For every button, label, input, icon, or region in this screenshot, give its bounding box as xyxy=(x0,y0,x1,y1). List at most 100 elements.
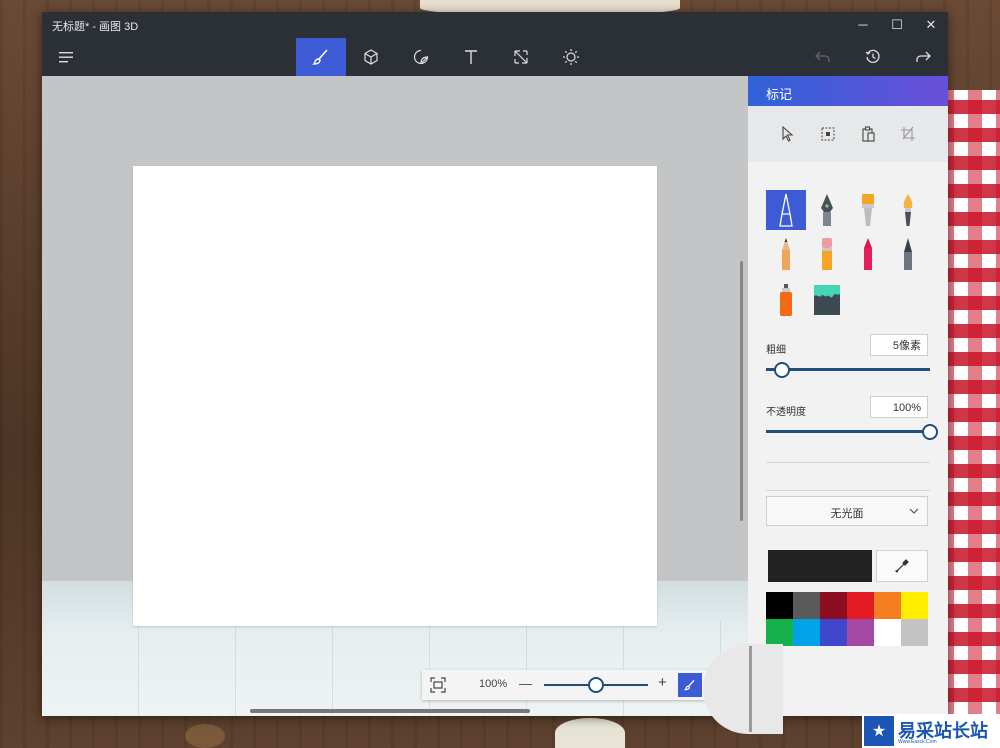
tab-3d-shapes[interactable] xyxy=(346,38,396,76)
watermark: ★ 易采站长站 Www.Easck.Com xyxy=(862,714,1000,748)
brush-icon xyxy=(312,49,328,65)
divider xyxy=(766,462,930,463)
chevron-down-icon xyxy=(909,508,919,514)
select-button[interactable] xyxy=(776,122,800,146)
undo-button[interactable] xyxy=(798,38,848,76)
eyedropper-icon xyxy=(895,559,909,573)
minimize-button[interactable]: ─ xyxy=(846,12,880,38)
thickness-slider-thumb[interactable] xyxy=(774,362,791,378)
finish-selected: 无光面 xyxy=(830,508,864,520)
color-swatch[interactable] xyxy=(901,592,928,619)
tab-stickers[interactable] xyxy=(396,38,446,76)
overlay-line xyxy=(749,646,752,732)
opacity-slider[interactable] xyxy=(766,430,930,433)
side-panel: 标记 粗细 5像素 不透明度 100% 无光面 xyxy=(748,76,948,716)
vertical-scrollbar[interactable] xyxy=(740,261,743,521)
resize-icon xyxy=(514,50,528,64)
crop-button[interactable] xyxy=(896,122,920,146)
tab-text[interactable] xyxy=(446,38,496,76)
window-title: 无标题* - 画图 3D xyxy=(52,21,139,33)
paste-button[interactable] xyxy=(856,122,880,146)
background-object xyxy=(555,718,625,748)
opacity-slider-thumb[interactable] xyxy=(922,424,938,440)
cube-icon xyxy=(364,49,378,65)
watercolor-brush[interactable] xyxy=(888,190,928,230)
history-icon xyxy=(865,49,880,63)
eyedropper-button[interactable] xyxy=(876,550,928,582)
cursor-icon xyxy=(782,126,794,142)
drawing-canvas[interactable] xyxy=(133,166,657,626)
eraser-brush[interactable] xyxy=(807,234,847,274)
brush-mode-button[interactable] xyxy=(678,673,702,697)
color-swatch[interactable] xyxy=(766,619,793,646)
tab-canvas[interactable] xyxy=(496,38,546,76)
calligraphy-pen-brush[interactable] xyxy=(807,190,847,230)
text-icon xyxy=(465,50,477,64)
color-swatch[interactable] xyxy=(874,619,901,646)
history-button[interactable] xyxy=(848,38,898,76)
title-bar: 无标题* - 画图 3D ─ ☐ ✕ xyxy=(42,12,948,38)
marker-icon xyxy=(779,193,793,227)
pencil-icon xyxy=(782,238,790,270)
pixel-pen-icon xyxy=(904,238,912,270)
paint3d-window: 无标题* - 画图 3D ─ ☐ ✕ 100% — + 标记 粗细 5像素 不透… xyxy=(42,12,948,716)
panel-header: 标记 xyxy=(748,76,948,106)
horizontal-scrollbar[interactable] xyxy=(250,709,530,713)
opacity-label: 不透明度 xyxy=(766,407,806,418)
workspace-floor-grid xyxy=(42,621,748,716)
hamburger-icon xyxy=(59,52,73,63)
watermark-logo-icon: ★ xyxy=(864,716,894,746)
color-swatch[interactable] xyxy=(766,592,793,619)
thickness-label: 粗细 xyxy=(766,345,786,356)
background-object xyxy=(185,724,225,748)
spray-can-icon xyxy=(780,284,792,316)
color-swatch[interactable] xyxy=(820,592,847,619)
zoom-level: 100% xyxy=(479,678,508,690)
fill-bucket-icon xyxy=(814,285,840,315)
opacity-input[interactable]: 100% xyxy=(870,396,928,418)
zoom-in-button[interactable]: + xyxy=(658,674,667,691)
fountain-pen-icon xyxy=(821,194,833,226)
pencil-brush[interactable] xyxy=(766,234,806,274)
color-swatch[interactable] xyxy=(874,592,901,619)
marker-brush[interactable] xyxy=(766,190,806,230)
color-swatch[interactable] xyxy=(847,619,874,646)
menu-button[interactable] xyxy=(42,38,92,76)
finish-dropdown[interactable]: 无光面 xyxy=(766,496,928,526)
panel-title: 标记 xyxy=(766,87,793,102)
tab-effects[interactable] xyxy=(546,38,596,76)
thickness-slider[interactable] xyxy=(766,368,930,371)
crayon-brush[interactable] xyxy=(848,234,888,274)
crop-icon xyxy=(901,126,915,141)
color-swatch[interactable] xyxy=(793,619,820,646)
color-swatch[interactable] xyxy=(901,619,928,646)
zoom-out-button[interactable]: — xyxy=(519,676,532,691)
tab-brushes[interactable] xyxy=(296,38,346,76)
brush-icon xyxy=(684,679,695,691)
close-button[interactable]: ✕ xyxy=(914,12,948,38)
divider xyxy=(766,490,930,491)
spray-can-brush[interactable] xyxy=(766,280,806,320)
pixel-pen-brush[interactable] xyxy=(888,234,928,274)
fit-to-screen-button[interactable] xyxy=(430,677,446,698)
magic-select-button[interactable] xyxy=(816,122,840,146)
flat-brush-icon xyxy=(862,194,874,226)
background-cloth-overlay xyxy=(940,90,1000,730)
fill-bucket-tool[interactable] xyxy=(807,280,847,320)
clipboard-icon xyxy=(862,126,875,142)
thickness-input[interactable]: 5像素 xyxy=(870,334,928,356)
maximize-button[interactable]: ☐ xyxy=(880,12,914,38)
color-swatch[interactable] xyxy=(793,592,820,619)
current-color[interactable] xyxy=(768,550,872,582)
select-box-icon xyxy=(821,127,835,141)
top-toolbar xyxy=(42,38,948,76)
color-swatch[interactable] xyxy=(847,592,874,619)
sticker-icon xyxy=(413,49,429,65)
zoom-slider-thumb[interactable] xyxy=(588,677,604,693)
redo-button[interactable] xyxy=(898,38,948,76)
color-swatch[interactable] xyxy=(820,619,847,646)
canvas-workspace[interactable]: 100% — + xyxy=(42,76,748,716)
round-brush-icon xyxy=(903,194,913,226)
fit-screen-icon xyxy=(430,677,446,693)
oil-brush[interactable] xyxy=(848,190,888,230)
